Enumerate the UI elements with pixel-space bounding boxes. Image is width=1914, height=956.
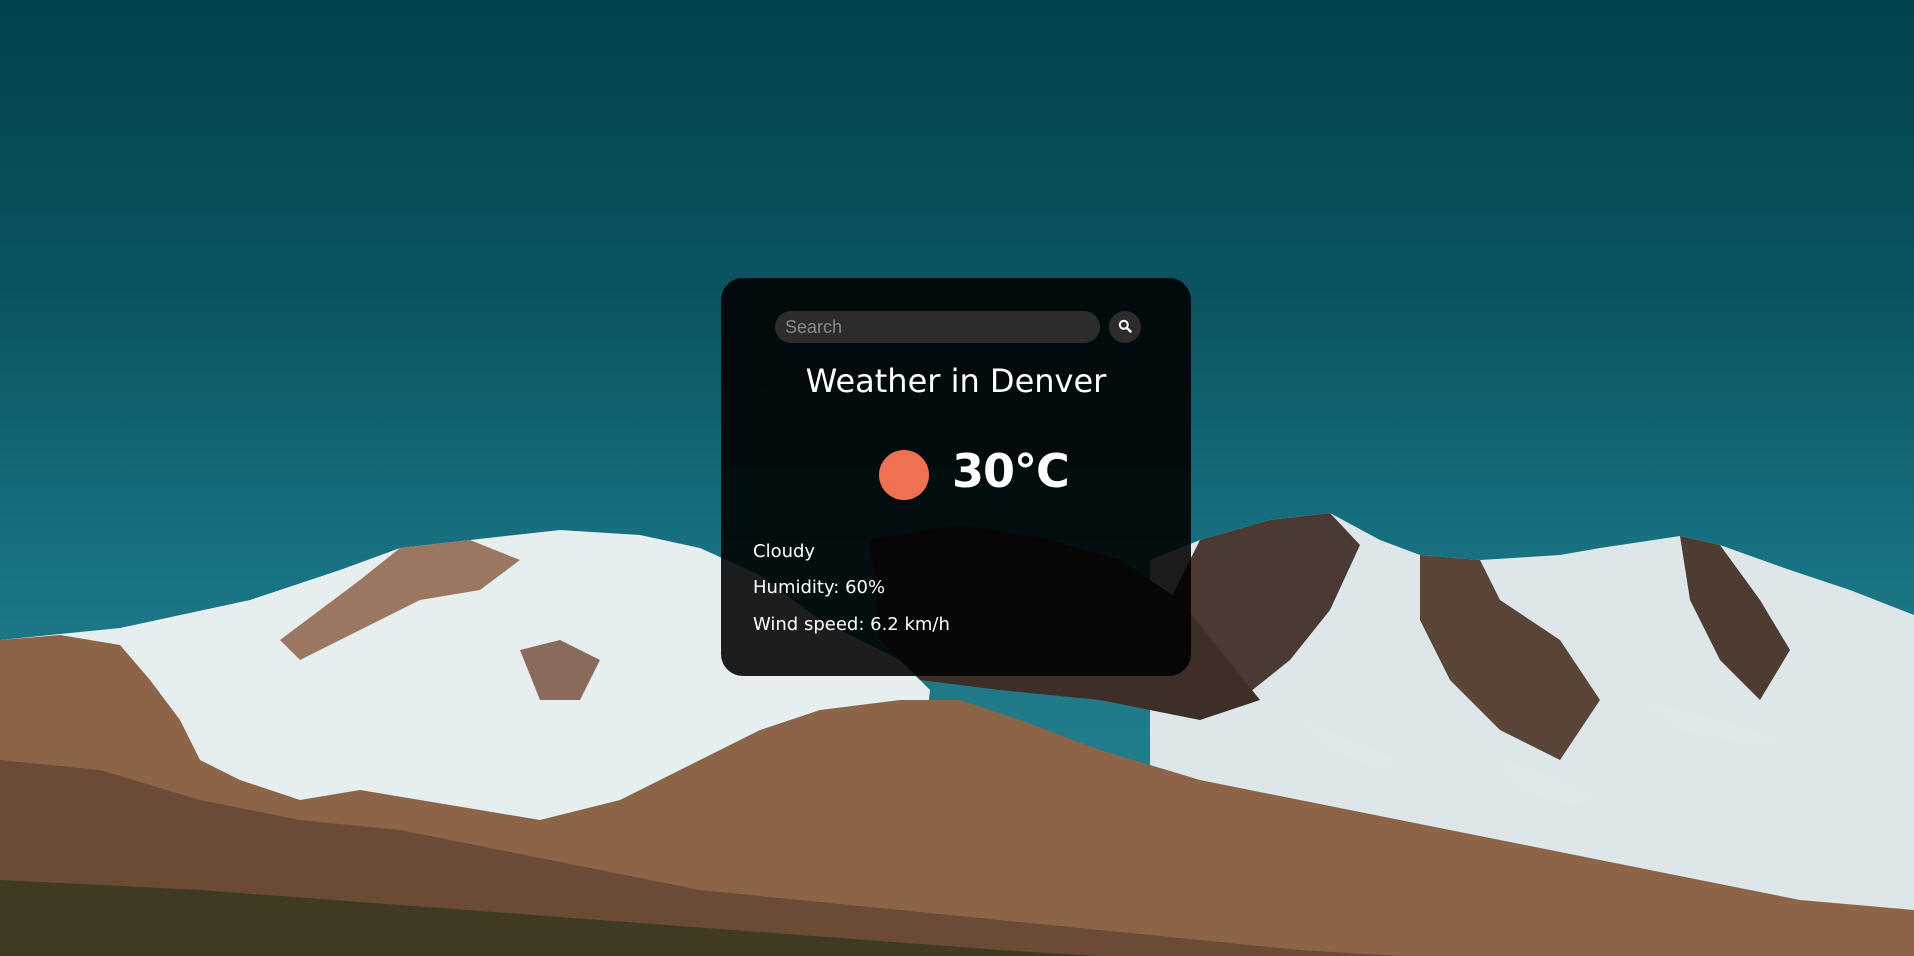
wind-speed-value: Wind speed: 6.2 km/h xyxy=(753,614,950,635)
sun-icon xyxy=(879,450,929,500)
search-icon xyxy=(1118,319,1132,336)
temperature-value: 30°C xyxy=(952,444,1070,498)
humidity-value: Humidity: 60% xyxy=(753,577,886,598)
weather-description: Cloudy xyxy=(753,541,816,562)
search-input[interactable] xyxy=(775,311,1100,343)
search-button[interactable] xyxy=(1109,311,1141,343)
search-bar xyxy=(775,311,1141,343)
weather-card: Weather in Denver 30°C Cloudy Humidity: … xyxy=(721,278,1191,676)
temperature-row: 30°C xyxy=(721,440,1191,510)
city-title: Weather in Denver xyxy=(805,362,1107,400)
